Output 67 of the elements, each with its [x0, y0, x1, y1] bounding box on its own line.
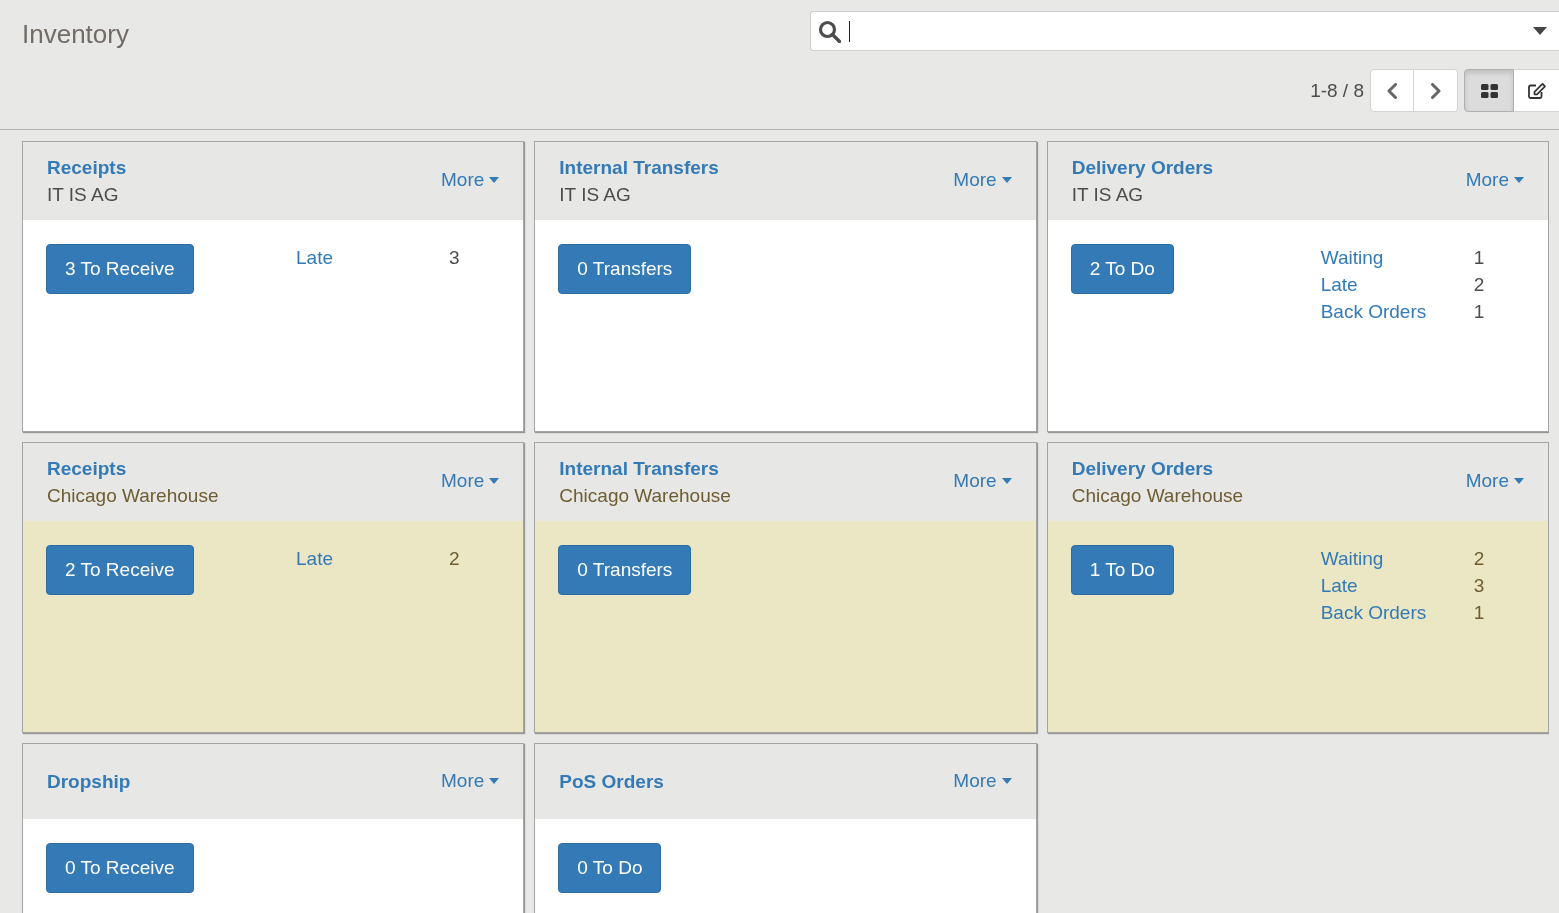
previous-button[interactable]	[1370, 69, 1414, 112]
chevron-right-icon	[1430, 82, 1441, 99]
card-title-link[interactable]: PoS Orders	[559, 768, 664, 795]
caret-icon	[489, 177, 500, 183]
more-dropdown[interactable]: More	[1465, 168, 1524, 192]
card-subtitle: Chicago Warehouse	[47, 484, 219, 508]
card-title-link[interactable]: Delivery Orders	[1071, 455, 1214, 482]
card-title-link[interactable]: Dropship	[47, 768, 131, 795]
more-dropdown[interactable]: More	[953, 168, 1012, 192]
caret-icon	[1514, 177, 1524, 183]
stat-count: 2	[1473, 273, 1485, 297]
card-subtitle: IT IS AG	[47, 183, 119, 207]
action-button[interactable]: 2 To Do	[1070, 244, 1174, 294]
more-dropdown[interactable]: More	[441, 168, 500, 192]
caret-icon	[489, 478, 500, 484]
caret-icon	[1001, 478, 1012, 484]
chevron-left-icon	[1387, 82, 1397, 99]
grid-icon	[1480, 83, 1498, 98]
card-title-link[interactable]: Internal Transfers	[559, 455, 719, 482]
next-button[interactable]	[1414, 69, 1458, 112]
stat-link[interactable]: Late	[296, 244, 449, 271]
card-title-link[interactable]: Internal Transfers	[559, 154, 719, 181]
action-button[interactable]: 0 Transfers	[558, 545, 692, 595]
more-dropdown[interactable]: More	[441, 469, 500, 493]
stat-link[interactable]: Late	[1320, 271, 1474, 298]
pencil-square-icon	[1527, 82, 1546, 99]
stat-link[interactable]: Waiting	[1320, 545, 1474, 572]
action-button[interactable]: 1 To Do	[1070, 545, 1174, 595]
stat-count: 2	[449, 547, 460, 571]
card-subtitle: Chicago Warehouse	[1071, 484, 1244, 508]
stat-link[interactable]: Back Orders	[1320, 298, 1474, 325]
kanban-view-button[interactable]	[1464, 69, 1514, 112]
dropdown-toggle-icon[interactable]	[1533, 27, 1547, 35]
action-button[interactable]: 0 Transfers	[558, 244, 692, 294]
stat-link[interactable]: Waiting	[1320, 244, 1474, 271]
form-view-button[interactable]	[1514, 69, 1559, 112]
stat-count: 3	[1473, 574, 1485, 598]
stat-count: 2	[1473, 547, 1485, 571]
card-subtitle: IT IS AG	[559, 183, 631, 207]
action-button[interactable]: 0 To Do	[558, 843, 662, 893]
stat-link[interactable]: Late	[296, 545, 449, 572]
action-button[interactable]: 0 To Receive	[46, 843, 194, 893]
pager-counter: 1-8 / 8	[1310, 79, 1364, 102]
caret-icon	[1001, 177, 1012, 183]
page-title: Inventory	[22, 17, 129, 49]
card-subtitle: Chicago Warehouse	[559, 484, 731, 508]
stat-count: 1	[1473, 601, 1485, 625]
stat-link[interactable]: Back Orders	[1320, 599, 1474, 626]
action-button[interactable]: 3 To Receive	[46, 244, 194, 294]
stat-count: 1	[1473, 246, 1485, 270]
more-dropdown[interactable]: More	[441, 768, 500, 793]
caret-icon	[1514, 478, 1524, 484]
action-button[interactable]: 2 To Receive	[46, 545, 194, 595]
card-title-link[interactable]: Delivery Orders	[1071, 154, 1214, 181]
more-dropdown[interactable]: More	[953, 469, 1012, 493]
search-field[interactable]	[810, 11, 1559, 51]
caret-icon	[489, 777, 500, 784]
search-icon	[818, 19, 841, 43]
card-subtitle: IT IS AG	[1071, 183, 1144, 207]
more-dropdown[interactable]: More	[1465, 469, 1524, 493]
card-title-link[interactable]: Receipts	[47, 455, 127, 482]
stat-count: 3	[449, 246, 460, 270]
caret-icon	[1001, 777, 1012, 784]
stat-count: 1	[1473, 300, 1485, 324]
stat-link[interactable]: Late	[1320, 572, 1474, 599]
card-title-link[interactable]: Receipts	[47, 154, 127, 181]
more-dropdown[interactable]: More	[953, 768, 1012, 793]
